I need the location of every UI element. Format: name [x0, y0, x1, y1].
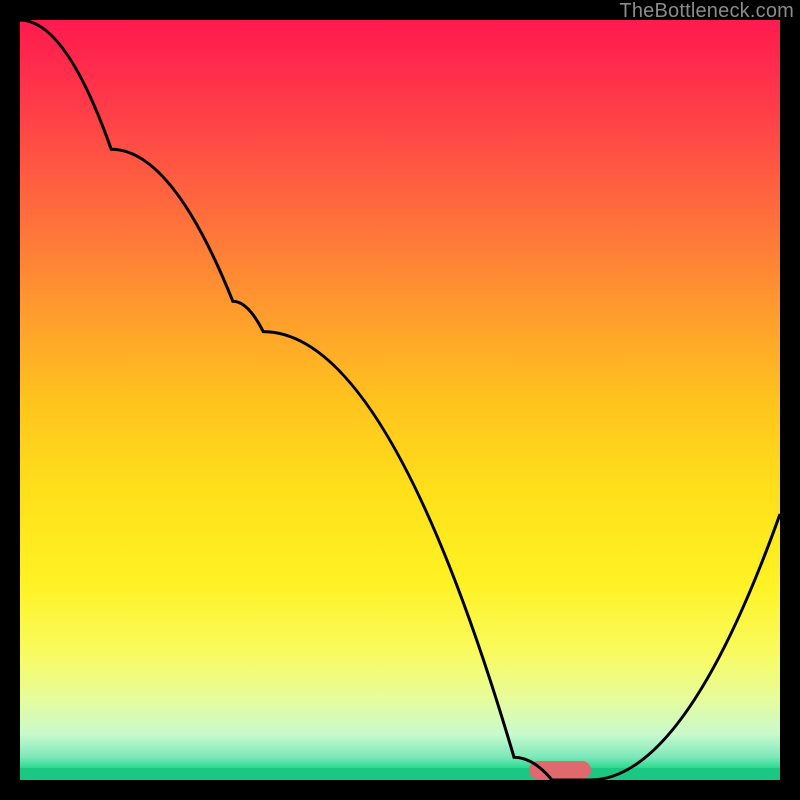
- watermark-text: TheBottleneck.com: [619, 0, 794, 23]
- plot-area: [20, 20, 780, 780]
- bottleneck-curve-chart: [20, 20, 780, 780]
- curve-line: [20, 20, 780, 780]
